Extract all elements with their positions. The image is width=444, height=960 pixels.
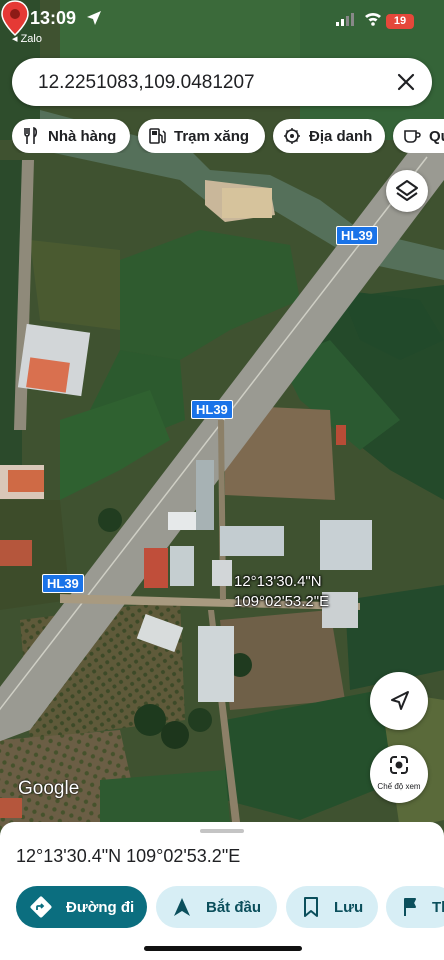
- road-label-hl39: HL39: [42, 574, 84, 593]
- landmark-icon: [284, 128, 300, 144]
- start-label: Bắt đầu: [206, 898, 262, 916]
- label-button-label: Th: [432, 898, 444, 916]
- bookmark-icon: [304, 897, 318, 917]
- directions-label: Đường đi: [66, 898, 135, 916]
- status-time: 13:09: [30, 8, 77, 28]
- place-bottom-sheet[interactable]: 12°13'30.4"N 109°02'53.2"E Đường đi Bắt …: [0, 822, 444, 960]
- chip-cafes[interactable]: Qu: [393, 119, 444, 153]
- save-button[interactable]: Lưu: [286, 886, 378, 928]
- chip-restaurants[interactable]: Nhà hàng: [12, 119, 130, 153]
- layers-icon: [396, 180, 418, 201]
- search-bar[interactable]: 12.2251083,109.0481207: [12, 58, 432, 106]
- save-label: Lưu: [334, 898, 364, 916]
- road-label-hl39: HL39: [336, 226, 378, 245]
- place-coordinates: 12°13'30.4"N 109°02'53.2"E: [16, 846, 241, 866]
- restaurant-icon: [24, 127, 38, 144]
- navigation-arrow-icon: [391, 691, 409, 710]
- lens-view-button[interactable]: Chế độ xem: [370, 745, 428, 803]
- chip-label: Trạm xăng: [174, 127, 250, 145]
- layers-button[interactable]: [386, 170, 428, 212]
- navigation-arrow-icon: [174, 898, 190, 916]
- back-to-app[interactable]: ◂ Zalo: [12, 32, 42, 45]
- directions-icon: [30, 896, 52, 918]
- directions-button[interactable]: Đường đi: [16, 886, 147, 928]
- chip-label: Qu: [429, 127, 444, 145]
- cafe-icon: [404, 130, 421, 143]
- camera-lens-icon: [390, 756, 408, 774]
- label-button[interactable]: Th: [386, 886, 444, 928]
- drag-handle[interactable]: [200, 829, 244, 833]
- battery-indicator: 19: [386, 14, 414, 29]
- cellular-signal-icon: [336, 13, 354, 26]
- pin-coordinates-label: 12°13'30.4"N 109°02'53.2"E: [234, 572, 329, 612]
- google-attribution: Google: [18, 778, 80, 799]
- category-chips: Nhà hàng Trạm xăng Địa danh Qu: [12, 119, 444, 153]
- pin-label-latitude: 12°13'30.4"N: [234, 573, 322, 590]
- road-label-hl39: HL39: [191, 400, 233, 419]
- lens-view-label: Chế độ xem: [377, 782, 421, 791]
- my-location-button[interactable]: [370, 672, 428, 730]
- flag-icon: [404, 898, 416, 916]
- pin-label-longitude: 109°02'53.2"E: [234, 593, 330, 610]
- status-bar: 13:09 ◂ Zalo 19: [0, 0, 444, 50]
- home-indicator: [144, 946, 302, 951]
- close-icon[interactable]: [394, 70, 418, 94]
- chip-label: Địa danh: [309, 127, 373, 145]
- start-button[interactable]: Bắt đầu: [156, 886, 277, 928]
- gas-station-icon: [149, 128, 166, 144]
- search-input[interactable]: 12.2251083,109.0481207: [38, 72, 255, 94]
- chip-landmarks[interactable]: Địa danh: [273, 119, 385, 153]
- chip-gas-stations[interactable]: Trạm xăng: [138, 119, 265, 153]
- location-services-icon: [87, 11, 101, 25]
- action-buttons-row: Đường đi Bắt đầu Lưu Th: [0, 886, 444, 928]
- wifi-icon: [365, 12, 381, 26]
- chip-label: Nhà hàng: [48, 127, 117, 145]
